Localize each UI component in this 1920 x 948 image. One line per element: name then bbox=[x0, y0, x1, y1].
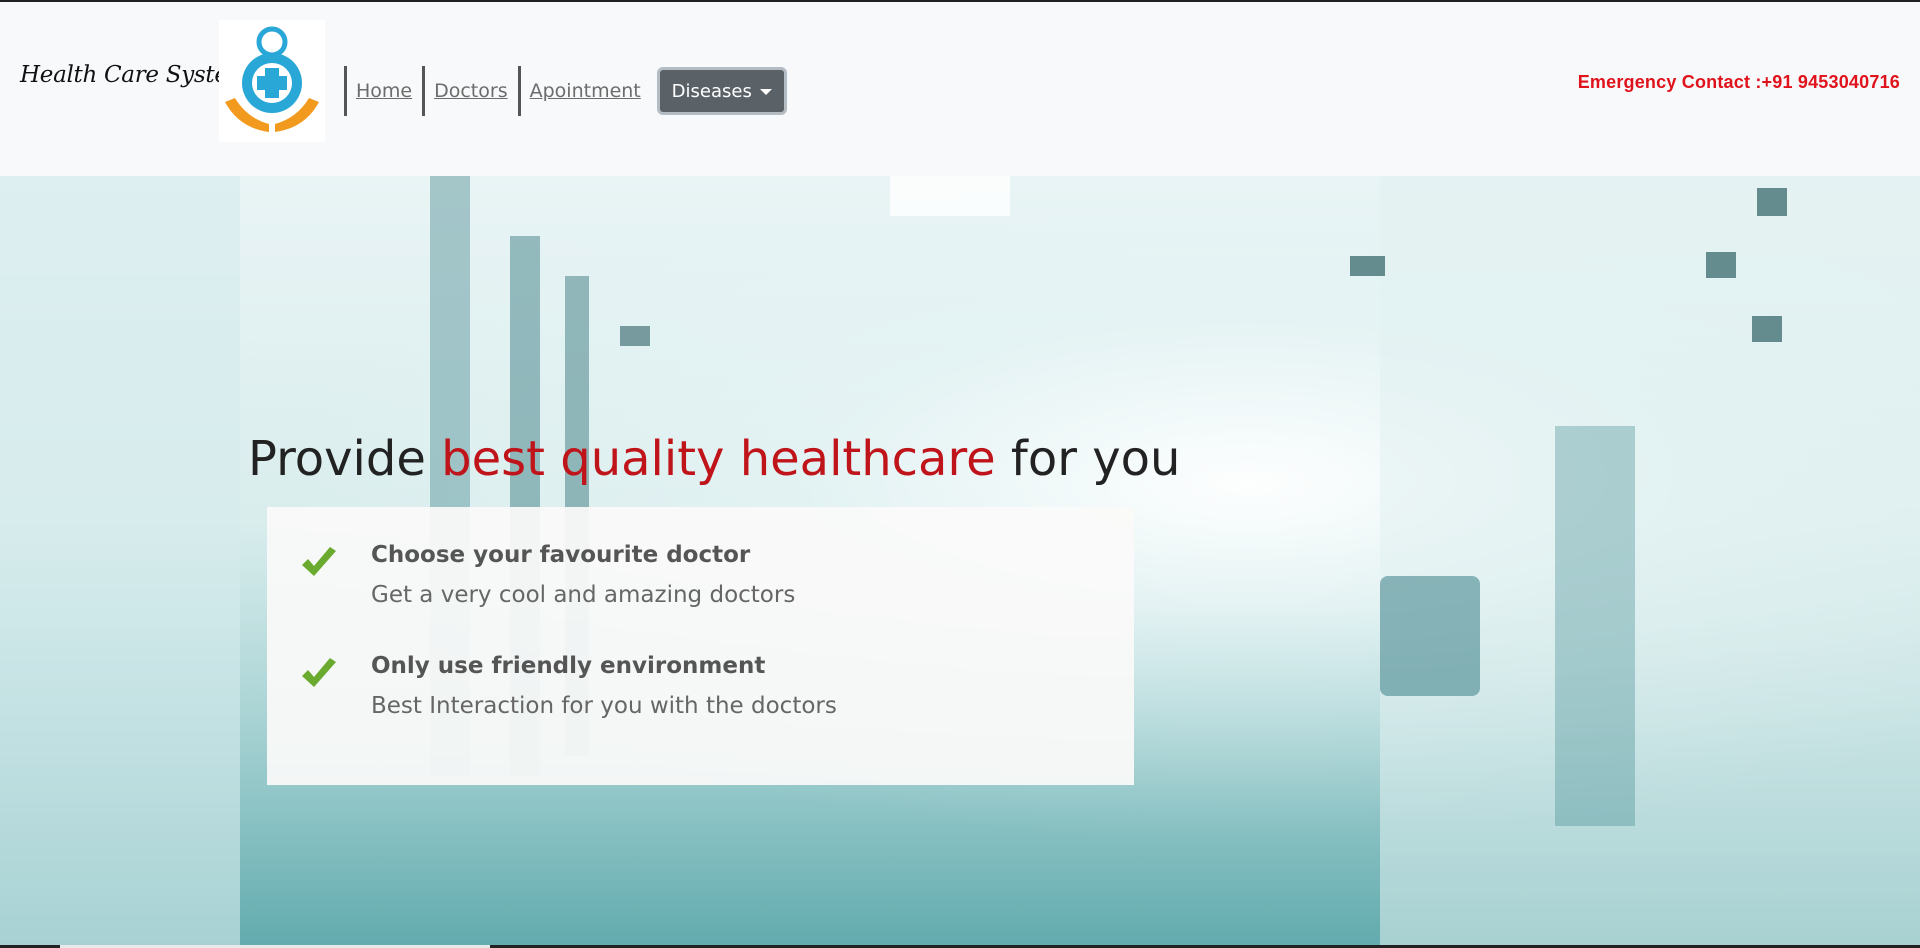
hero-title-suffix: for you bbox=[995, 431, 1181, 487]
nav-divider bbox=[422, 66, 426, 116]
brand-name[interactable]: Health Care System bbox=[20, 62, 249, 88]
feature-title: Choose your favourite doctor bbox=[371, 542, 751, 568]
check-icon bbox=[302, 658, 336, 687]
health-care-logo-icon[interactable] bbox=[219, 20, 325, 142]
feature-description: Best Interaction for you with the doctor… bbox=[371, 693, 837, 719]
diseases-dropdown-label: Diseases bbox=[671, 80, 752, 102]
hero-title: Provide best quality healthcare for you bbox=[248, 431, 1180, 487]
feature-item: Only use friendly environment Best Inter… bbox=[267, 619, 1134, 739]
hero-title-prefix: Provide bbox=[248, 431, 442, 487]
main-nav: Home Doctors Apointment Diseases bbox=[344, 65, 787, 117]
navbar: Health Care System Home Doctors Apointme… bbox=[0, 2, 1920, 176]
nav-doctors-link[interactable]: Doctors bbox=[434, 80, 508, 102]
nav-appointment-link[interactable]: Apointment bbox=[530, 80, 641, 102]
nav-divider bbox=[517, 66, 521, 116]
hero-banner: Provide best quality healthcare for you … bbox=[0, 176, 1920, 945]
check-icon bbox=[302, 547, 336, 576]
diseases-dropdown-button[interactable]: Diseases bbox=[656, 67, 787, 115]
feature-description: Get a very cool and amazing doctors bbox=[371, 582, 796, 608]
feature-title: Only use friendly environment bbox=[371, 653, 766, 679]
nav-divider bbox=[344, 66, 347, 116]
features-card: Choose your favourite doctor Get a very … bbox=[267, 507, 1134, 785]
feature-item: Choose your favourite doctor Get a very … bbox=[267, 507, 1134, 627]
hero-title-accent: best quality healthcare bbox=[441, 431, 996, 487]
nav-home-link[interactable]: Home bbox=[356, 80, 412, 102]
emergency-contact: Emergency Contact :+91 9453040716 bbox=[1577, 72, 1900, 92]
caret-down-icon bbox=[759, 89, 772, 95]
